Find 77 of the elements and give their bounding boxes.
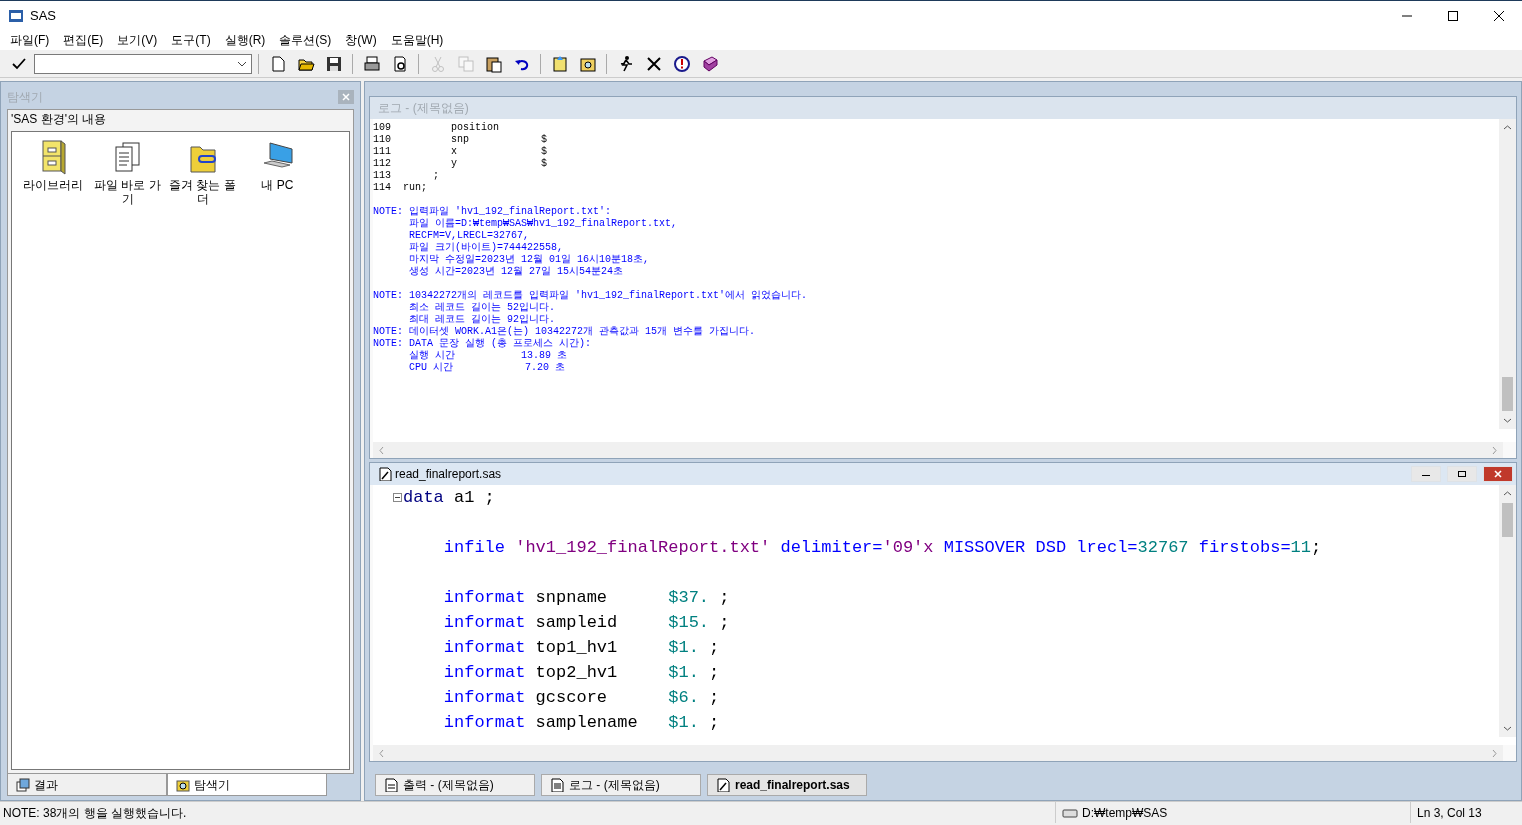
window-tab[interactable]: 로그 - (제목없음) (541, 774, 701, 796)
log-line: 실행 시간 13.89 초 (408, 350, 568, 362)
log-line: 파일 이름=D:₩temp₩SAS₩hv1_192_finalReport.txt, (408, 218, 678, 230)
paste-icon[interactable] (484, 54, 503, 73)
panel-tab[interactable]: 탐색기 (167, 774, 327, 796)
log-line: 112 y $ (373, 158, 548, 170)
item-label[interactable]: 내 PC (261, 178, 294, 192)
content-header: 'SAS 환경'의 내용 (10, 111, 108, 128)
vertical-scrollbar[interactable] (1499, 119, 1516, 429)
maximize-icon[interactable] (1447, 9, 1459, 22)
restore-button[interactable] (1447, 466, 1477, 482)
command-field[interactable] (34, 53, 252, 74)
log-line: CPU 시간 7.20 초 (408, 362, 566, 374)
program-file-icon (378, 467, 392, 481)
log-line: NOTE: 10342272개의 레코드를 입력파일 'hv1_192_finalReport.txt'에서 읽었습니다. (373, 290, 808, 302)
code-line: informat samplename $1. ; (442, 712, 720, 734)
code-line: informat snpname $37. ; (442, 587, 730, 609)
log-line: 110 snp $ (373, 134, 548, 146)
panel-tab[interactable]: 결과 (7, 774, 167, 796)
menu-item[interactable]: 창(W) (338, 30, 384, 50)
printer-icon[interactable] (362, 54, 381, 73)
exclamation-circle-icon[interactable] (672, 54, 691, 73)
code-line: infile 'hv1_192_finalReport.txt' delimiter='09'x MISSOVER DSD lrecl=32767 firstobs=11; (442, 537, 1322, 559)
code-line: informat top2_hv1 $1. ; (442, 662, 720, 684)
window-tab[interactable]: read_finalreport.sas (707, 774, 867, 796)
log-line: NOTE: 데이터셋 WORK.A1은(는) 10342272개 관측값과 15개 변수를 가집니다. (373, 326, 756, 338)
close-icon (1494, 470, 1502, 478)
item-label[interactable]: 즐겨 찾는 폴더 (165, 178, 240, 206)
log-line: NOTE: 입력파일 'hv1_192_finalReport.txt': (373, 206, 612, 218)
menu-item[interactable]: 도움말(H) (383, 30, 451, 50)
log-line: 마지막 수정일=2023년 12월 01일 16시10분18초, (408, 254, 650, 266)
clear-icon[interactable] (644, 54, 663, 73)
log-line: 생성 시간=2023년 12월 27일 15시54분24초 (408, 266, 624, 278)
log-line: 113 ; (373, 170, 439, 182)
item-label[interactable]: 라이브러리 (22, 178, 83, 192)
horizontal-scrollbar[interactable] (373, 745, 1503, 761)
folder-search-icon (176, 777, 190, 792)
code-line: informat gcscore $6. ; (442, 687, 720, 709)
status-path: D:₩temp₩SAS (1082, 804, 1168, 822)
log-line: 최소 레코드 길이는 52입니다. (408, 302, 555, 314)
menu-item[interactable]: 파일(F) (3, 30, 57, 50)
log-line: 최대 레코드 길이는 92입니다. (408, 314, 555, 326)
log-line: RECFM=V,LRECL=32767, (408, 230, 530, 242)
cursor-position: Ln 3, Col 13 (1417, 804, 1482, 822)
dropdown-caret-icon (237, 60, 247, 67)
help-book-icon[interactable] (700, 54, 719, 73)
vertical-scrollbar[interactable] (1499, 485, 1516, 737)
output-page-icon (384, 778, 398, 792)
status-message: NOTE: 38개의 행을 실행했습니다. (2, 804, 188, 822)
menu-item[interactable]: 실행(R) (217, 30, 273, 50)
menu-item[interactable]: 보기(V) (110, 30, 165, 50)
code-line: informat top1_hv1 $1. ; (442, 637, 720, 659)
close-icon (342, 93, 350, 101)
menu-item[interactable]: 솔루션(S) (272, 30, 339, 50)
log-line: 111 x $ (373, 146, 548, 158)
save-icon[interactable] (324, 54, 343, 73)
code-line: data a1 ; (403, 487, 495, 509)
window-title: read_finalreport.sas (395, 466, 503, 483)
close-icon[interactable] (1493, 9, 1505, 22)
menu-item[interactable]: 도구(T) (164, 30, 218, 50)
horizontal-scrollbar[interactable] (373, 442, 1503, 458)
drive-icon (1062, 807, 1078, 818)
log-line: NOTE: DATA 문장 실행 (총 프로세스 시간): (373, 338, 592, 350)
item-label[interactable]: 파일 바로 가기 (90, 178, 165, 206)
collapse-icon[interactable] (393, 493, 402, 502)
window-tab[interactable]: 출력 - (제목없음) (375, 774, 535, 796)
log-line: 114 run; (373, 182, 427, 194)
log-page-icon (550, 778, 564, 792)
close-button[interactable] (1483, 466, 1513, 482)
log-line: 파일 크기(바이트)=744422558, (408, 242, 564, 254)
restore-icon (1458, 471, 1466, 477)
code-line: informat sampleid $15. ; (442, 612, 730, 634)
log-line: 109 position (373, 122, 500, 134)
windows-icon (16, 777, 30, 792)
window-title: SAS (30, 6, 57, 25)
program-file-icon (716, 778, 730, 792)
menu-item[interactable]: 편집(E) (56, 30, 111, 50)
